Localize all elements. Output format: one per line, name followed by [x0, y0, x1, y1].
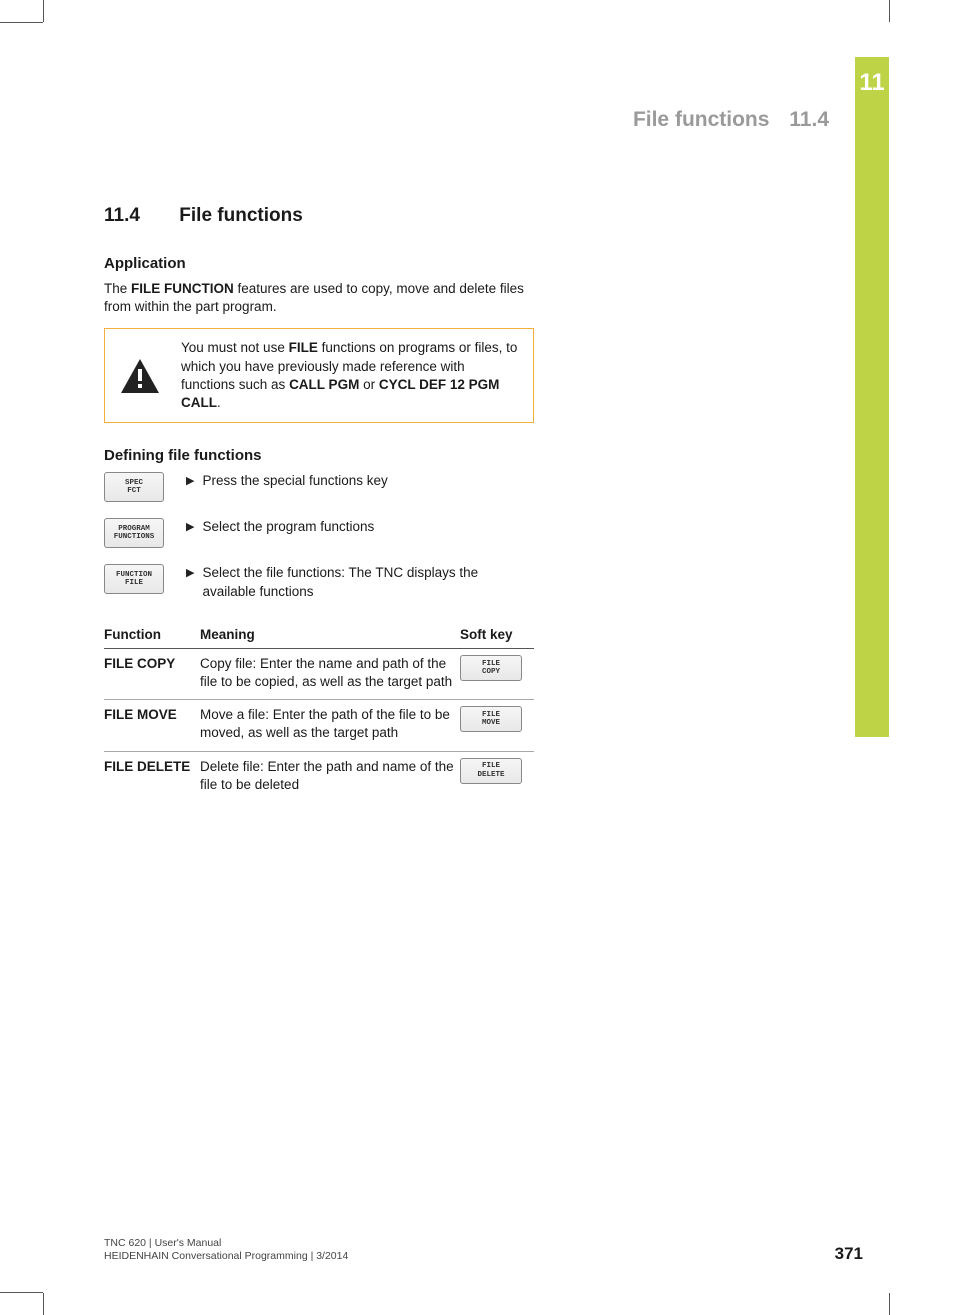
- triangle-right-icon: ▶: [186, 566, 194, 600]
- warning-text: You must not use FILE functions on progr…: [181, 339, 521, 412]
- hardkey-spec-fct: SPEC FCT: [104, 472, 164, 502]
- crop-mark: [0, 22, 43, 23]
- functions-table: Function Meaning Soft key FILE COPY Copy…: [104, 621, 534, 802]
- th-meaning: Meaning: [200, 621, 460, 649]
- text: You must not use: [181, 340, 289, 355]
- section-heading: 11.4 File functions: [104, 205, 534, 227]
- chapter-number: 11: [859, 69, 884, 96]
- section-title: File functions: [179, 205, 303, 226]
- running-header-section: 11.4: [789, 108, 829, 131]
- crop-mark: [889, 0, 890, 22]
- running-header-title: File functions: [633, 108, 770, 131]
- softkey-file-copy: FILE COPY: [460, 655, 522, 681]
- softkey-program-functions: PROGRAM FUNCTIONS: [104, 518, 164, 548]
- table-row: FILE DELETE Delete file: Enter the path …: [104, 751, 534, 802]
- text-bold: FILE: [289, 340, 318, 355]
- cell-meaning: Move a file: Enter the path of the file …: [200, 700, 460, 751]
- table-row: FILE COPY Copy file: Enter the name and …: [104, 648, 534, 699]
- subheading-defining: Defining file functions: [104, 447, 534, 464]
- softkey-function-file: FUNCTION FILE: [104, 564, 164, 594]
- th-softkey: Soft key: [460, 621, 534, 649]
- softkey-file-move: FILE MOVE: [460, 706, 522, 732]
- step-item: PROGRAM FUNCTIONS ▶ Select the program f…: [104, 518, 534, 548]
- step-text: Select the program functions: [202, 518, 374, 536]
- softkey-file-delete: FILE DELETE: [460, 758, 522, 784]
- chapter-tab: 11: [855, 57, 889, 737]
- footer-line2: HEIDENHAIN Conversational Programming | …: [104, 1250, 348, 1264]
- text: The: [104, 281, 131, 296]
- cell-meaning: Delete file: Enter the path and name of …: [200, 751, 460, 802]
- triangle-right-icon: ▶: [186, 474, 194, 490]
- crop-mark: [0, 1292, 43, 1293]
- cell-meaning: Copy file: Enter the name and path of th…: [200, 648, 460, 699]
- cell-function: FILE COPY: [104, 648, 200, 699]
- crop-mark: [43, 0, 44, 22]
- step-text: Press the special functions key: [202, 472, 387, 490]
- table-row: FILE MOVE Move a file: Enter the path of…: [104, 700, 534, 751]
- text-bold: CALL PGM: [289, 377, 359, 392]
- page: 11 File functions 11.4 11.4 File functio…: [44, 23, 889, 1292]
- step-text: Select the file functions: The TNC displ…: [202, 564, 534, 600]
- text-bold: FILE FUNCTION: [131, 281, 234, 296]
- crop-mark: [43, 1293, 44, 1315]
- cell-function: FILE DELETE: [104, 751, 200, 802]
- crop-mark: [889, 1293, 890, 1315]
- page-number: 371: [835, 1244, 863, 1264]
- application-text: The FILE FUNCTION features are used to c…: [104, 280, 534, 316]
- content: 11.4 File functions Application The FILE…: [104, 205, 534, 802]
- section-number: 11.4: [104, 205, 174, 227]
- cell-function: FILE MOVE: [104, 700, 200, 751]
- text: .: [217, 395, 221, 410]
- text: or: [359, 377, 379, 392]
- warning-icon: [117, 339, 163, 412]
- triangle-right-icon: ▶: [186, 520, 194, 536]
- th-function: Function: [104, 621, 200, 649]
- step-item: FUNCTION FILE ▶ Select the file function…: [104, 564, 534, 600]
- footer: TNC 620 | User's Manual HEIDENHAIN Conve…: [104, 1237, 348, 1264]
- steps-list: SPEC FCT ▶ Press the special functions k…: [104, 472, 534, 600]
- subheading-application: Application: [104, 255, 534, 272]
- warning-box: You must not use FILE functions on progr…: [104, 328, 534, 423]
- footer-line1: TNC 620 | User's Manual: [104, 1237, 348, 1251]
- running-header: File functions 11.4: [633, 108, 829, 132]
- step-item: SPEC FCT ▶ Press the special functions k…: [104, 472, 534, 502]
